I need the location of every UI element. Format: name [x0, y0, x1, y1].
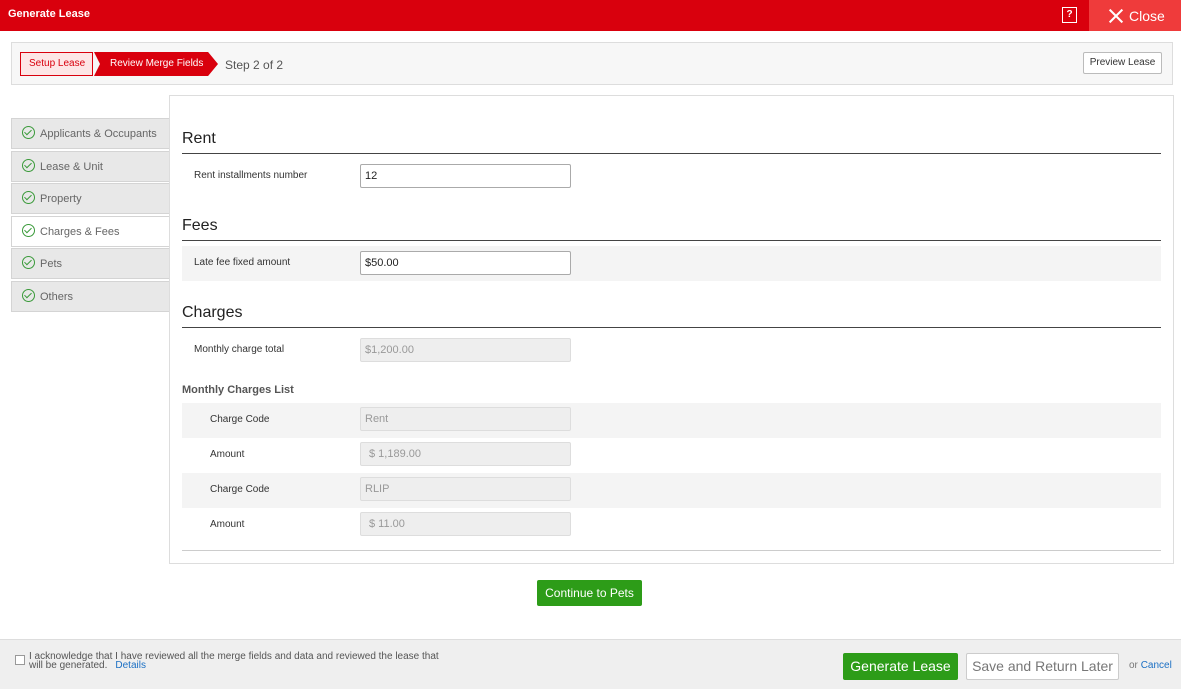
late-fee-input[interactable]: $50.00 [360, 251, 571, 275]
or-cancel: or Cancel [1129, 660, 1172, 671]
rent-installments-label: Rent installments number [194, 170, 308, 181]
rent-installments-input[interactable]: 12 [360, 164, 571, 188]
sidebar-item-applicants[interactable]: Applicants & Occupants [11, 118, 170, 149]
check-circle-icon [22, 191, 35, 204]
step-setup-lease[interactable]: Setup Lease [20, 52, 93, 76]
close-label: Close [1129, 8, 1165, 24]
row-background [182, 246, 1161, 281]
sidebar-item-others[interactable]: Others [11, 280, 170, 312]
step-review-merge-fields[interactable]: Review Merge Fields [94, 52, 218, 76]
charge-code-input[interactable]: RLIP [360, 477, 571, 501]
sidebar-item-pets[interactable]: Pets [11, 248, 170, 279]
section-title-charges: Charges [182, 304, 243, 321]
charge-code-input[interactable]: Rent [360, 407, 571, 431]
sidebar-item-label: Property [40, 193, 82, 205]
sidebar-item-label: Others [40, 290, 74, 303]
check-circle-icon [22, 126, 35, 139]
section-divider [182, 153, 1161, 154]
acknowledge-label: I acknowledge that I have reviewed all t… [29, 651, 439, 671]
charge-code-label: Charge Code [210, 484, 270, 495]
amount-input[interactable]: $ 1,189.00 [360, 442, 571, 466]
title-bar: Generate Lease ? Close [0, 0, 1181, 31]
close-icon [1109, 9, 1123, 23]
amount-label: Amount [210, 449, 245, 460]
preview-lease-button[interactable]: Preview Lease [1083, 52, 1162, 74]
monthly-charges-list-heading: Monthly Charges List [182, 384, 294, 396]
cancel-link[interactable]: Cancel [1141, 660, 1172, 671]
sidebar-item-label: Lease & Unit [40, 160, 103, 173]
section-divider [182, 240, 1161, 241]
late-fee-label: Late fee fixed amount [194, 257, 291, 268]
sidebar-item-property[interactable]: Property [11, 183, 170, 214]
section-divider [182, 550, 1161, 551]
help-icon[interactable]: ? [1062, 7, 1077, 23]
row-background [182, 473, 1161, 508]
sidebar-item-label: Applicants & Occupants [40, 128, 157, 140]
continue-to-pets-button[interactable]: Continue to Pets [537, 580, 642, 606]
sidebar-item-label: Charges & Fees [40, 225, 120, 238]
section-title-fees: Fees [182, 217, 218, 234]
dialog-title: Generate Lease [8, 8, 90, 20]
monthly-total-label: Monthly charge total [194, 344, 285, 355]
section-divider [182, 327, 1161, 328]
step-count: Step 2 of 2 [225, 58, 284, 72]
generate-lease-button[interactable]: Generate Lease [843, 653, 958, 680]
section-title-rent: Rent [182, 130, 216, 147]
wizard-bar: Setup Lease Review Merge Fields Step 2 o… [11, 42, 1173, 85]
row-background [182, 403, 1161, 438]
check-circle-icon [22, 256, 35, 269]
footer-bar: I acknowledge that I have reviewed all t… [0, 639, 1181, 689]
sidebar: Applicants & Occupants Lease & Unit Prop… [11, 118, 170, 313]
save-return-later-button[interactable]: Save and Return Later [966, 653, 1119, 680]
amount-input[interactable]: $ 11.00 [360, 512, 571, 536]
check-circle-icon [22, 288, 35, 302]
check-circle-icon [22, 223, 35, 237]
sidebar-item-charges-fees[interactable]: Charges & Fees [11, 215, 170, 247]
sidebar-item-lease-unit[interactable]: Lease & Unit [11, 150, 170, 182]
details-link[interactable]: Details [115, 660, 146, 671]
sidebar-item-label: Pets [40, 258, 63, 270]
monthly-total-input[interactable]: $1,200.00 [360, 338, 571, 362]
charge-code-label: Charge Code [210, 414, 270, 425]
check-circle-icon [22, 158, 35, 172]
acknowledge-text: I acknowledge that I have reviewed all t… [29, 651, 449, 671]
main-panel: Rent Rent installments number 12 Fees La… [169, 95, 1174, 564]
acknowledge-checkbox[interactable] [15, 655, 25, 665]
amount-label: Amount [210, 519, 245, 530]
or-label: or [1129, 660, 1138, 671]
close-button[interactable]: Close [1089, 0, 1181, 31]
